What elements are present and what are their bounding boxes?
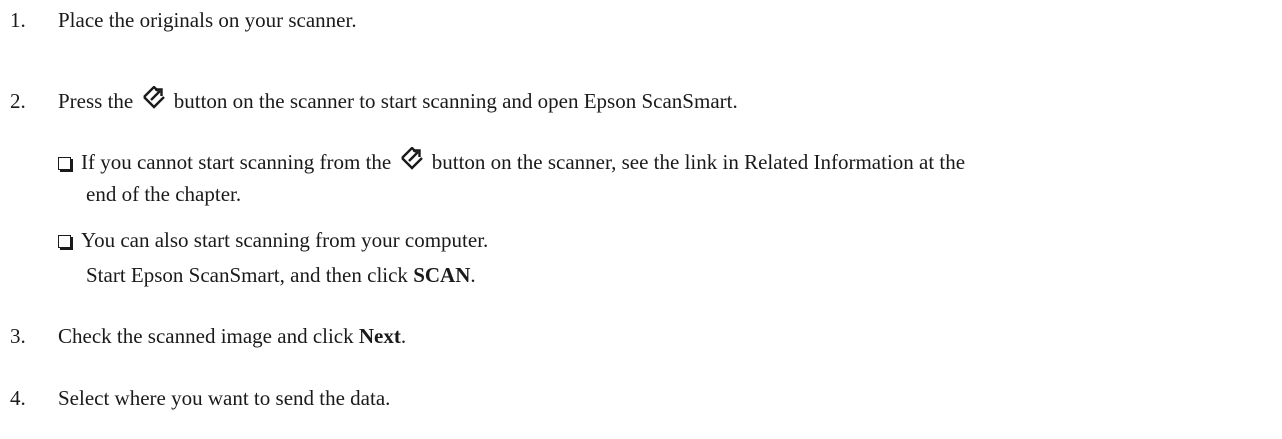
note-line-1: You can also start scanning from your co…: [81, 228, 489, 252]
step-text-before: Press the: [58, 89, 134, 113]
note-line-2-before: Start Epson ScanSmart, and then click: [86, 263, 408, 287]
note-text: You can also start scanning from your co…: [58, 225, 488, 255]
note-line-2-end: .: [470, 263, 476, 287]
step-text: Place the originals on your scanner.: [58, 8, 357, 32]
note-continuation-text: end of the chapter.: [86, 182, 242, 206]
scan-label: SCAN: [413, 263, 471, 287]
checkbox-bullet-icon: [58, 235, 71, 248]
scan-start-icon: [400, 147, 423, 170]
step-text: Press the button on the scanner to start…: [58, 86, 738, 116]
step-text: Select where you want to send the data.: [58, 386, 391, 410]
note-text: If you cannot start scanning from the bu…: [58, 147, 965, 177]
step-text-end: .: [400, 324, 407, 348]
scan-start-icon: [142, 86, 165, 109]
step-number: 3.: [10, 324, 26, 348]
step-number: 2.: [10, 89, 26, 113]
step-text-after: button on the scanner to start scanning …: [173, 89, 738, 113]
step-text-before: Check the scanned image and click: [58, 324, 354, 348]
note-text-after: button on the scanner, see the link in R…: [431, 150, 966, 174]
step-number: 4.: [10, 386, 26, 410]
next-label: Next: [358, 324, 401, 348]
checkbox-bullet-icon: [58, 157, 71, 170]
step-text: Check the scanned image and click Next.: [58, 321, 406, 351]
note-line-2: Start Epson ScanSmart, and then click SC…: [86, 260, 476, 290]
note-text-before: If you cannot start scanning from the: [81, 150, 392, 174]
step-number: 1.: [10, 8, 26, 32]
